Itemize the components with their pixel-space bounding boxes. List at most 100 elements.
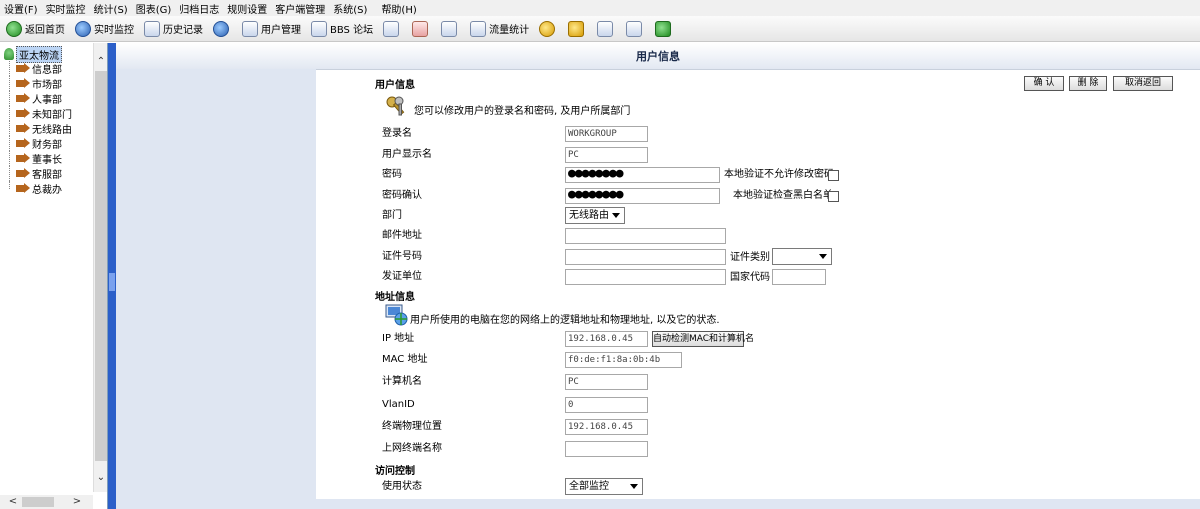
menu-system[interactable]: 系统(S) — [333, 1, 367, 16]
ip-field[interactable]: 192.168.0.45 — [565, 331, 648, 347]
department-tree: 亚太物流 信息部 市场部 人事部 未知部门 无线路由 财务部 董事长 客服部 总… — [0, 45, 93, 196]
address-section-title: 地址信息 — [375, 292, 415, 303]
clock-icon — [539, 20, 556, 37]
tree-item[interactable]: 财务部 — [0, 136, 93, 151]
menu-stats[interactable]: 统计(S) — [94, 1, 128, 16]
toolbar: 返回首页 实时监控 历史记录 用户管理 BBS 论坛 流量统计 — [0, 16, 1200, 42]
mac-label: MAC 地址 — [382, 354, 428, 365]
menu-settings[interactable]: 设置(F) — [4, 1, 38, 16]
confirm-button[interactable]: 确 认 — [1024, 76, 1064, 91]
ip-label: IP 地址 — [382, 333, 415, 344]
monitor-icon — [75, 20, 91, 37]
arrow-icon — [16, 78, 30, 88]
computer-icon — [597, 20, 614, 37]
tree-item[interactable]: 无线路由 — [0, 121, 93, 136]
terminal-name-label: 上网终端名称 — [382, 443, 442, 454]
splitter-grip-icon[interactable] — [109, 273, 115, 291]
country-field[interactable] — [772, 269, 826, 285]
department-select[interactable]: 无线路由 — [565, 207, 625, 224]
user-section-title: 用户信息 — [375, 80, 415, 91]
tree-root-label: 亚太物流 — [16, 45, 62, 63]
blacklist-note: 本地验证检查黑白名单 — [733, 190, 833, 201]
network-computer-icon — [385, 304, 408, 326]
content-area: 用户信息 确 认 删 除 取消返回 用户信息 您可以修改用户的登录名和密码, 及… — [116, 43, 1200, 509]
address-section-desc: 用户所使用的电脑在您的网络上的逻辑地址和物理地址, 以及它的状态. — [410, 315, 720, 326]
status-select[interactable]: 全部监控 — [565, 478, 643, 495]
tree-item[interactable]: 客服部 — [0, 166, 93, 181]
country-label: 国家代码 — [730, 272, 770, 283]
bbs-button[interactable]: BBS 论坛 — [311, 20, 373, 37]
refresh-icon — [655, 20, 672, 37]
panel-splitter[interactable] — [108, 43, 116, 509]
chevron-down-icon[interactable]: ⌄ — [94, 471, 108, 485]
blacklist-checkbox[interactable] — [828, 191, 839, 202]
tree-item[interactable]: 总裁办 — [0, 181, 93, 196]
monitor-button[interactable]: 实时监控 — [75, 20, 134, 37]
menu-realtime[interactable]: 实时监控 — [46, 1, 86, 16]
chevron-right-icon[interactable]: > — [70, 495, 84, 509]
traffic-button[interactable]: 流量统计 — [470, 20, 529, 37]
document-button[interactable] — [441, 20, 460, 37]
scroll-thumb[interactable] — [95, 71, 107, 461]
page-title: 用户信息 — [116, 43, 1200, 69]
password-field[interactable]: ●●●●●●●● — [565, 167, 720, 183]
computer-button[interactable] — [597, 20, 616, 37]
vlan-field[interactable]: 0 — [565, 397, 648, 413]
tree-item[interactable]: 信息部 — [0, 61, 93, 76]
users-button[interactable]: 用户管理 — [242, 20, 301, 37]
menu-help[interactable]: 帮助(H) — [381, 1, 416, 16]
cancel-button[interactable]: 取消返回 — [1113, 76, 1173, 91]
home-button[interactable]: 返回首页 — [6, 20, 65, 37]
terminal-name-field[interactable] — [565, 441, 648, 457]
cert-no-field[interactable] — [565, 249, 726, 265]
display-name-field[interactable]: PC — [565, 147, 648, 163]
arrow-icon — [16, 108, 30, 118]
clock-button[interactable] — [539, 20, 558, 37]
detect-mac-button[interactable]: 自动检测MAC和计算机名 — [652, 331, 754, 347]
vlan-label: VlanID — [382, 399, 415, 410]
refresh-button[interactable] — [655, 20, 674, 37]
tree-item[interactable]: 未知部门 — [0, 106, 93, 121]
arrow-icon — [16, 138, 30, 148]
location-field[interactable]: 192.168.0.45 — [565, 419, 648, 435]
screen-icon — [383, 20, 400, 37]
tree-root[interactable]: 亚太物流 — [0, 45, 93, 63]
mac-field[interactable]: f0:de:f1:8a:0b:4b — [565, 352, 682, 368]
chevron-up-icon[interactable]: ⌃ — [94, 55, 108, 69]
arrow-icon — [16, 153, 30, 163]
delete-button[interactable]: 删 除 — [1069, 76, 1107, 91]
pencil-icon — [568, 20, 585, 37]
password-confirm-field[interactable]: ●●●●●●●● — [565, 188, 720, 204]
users-icon — [242, 20, 258, 37]
edit-button[interactable] — [568, 20, 587, 37]
tree-item[interactable]: 市场部 — [0, 76, 93, 91]
bar-chart-icon — [470, 20, 487, 37]
display-name-label: 用户显示名 — [382, 149, 432, 160]
hscroll-thumb[interactable] — [22, 497, 54, 507]
tree-item[interactable]: 人事部 — [0, 91, 93, 106]
hostname-label: 计算机名 — [382, 376, 422, 387]
screen-button[interactable] — [383, 20, 402, 37]
globe-button[interactable] — [213, 20, 232, 37]
network-button[interactable] — [626, 20, 645, 37]
sidebar-vscroll[interactable]: ⌃ ⌄ — [93, 43, 107, 492]
report-button[interactable] — [412, 20, 431, 37]
login-field[interactable]: WORKGROUP — [565, 126, 648, 142]
password-lock-checkbox[interactable] — [828, 170, 839, 181]
tree-item[interactable]: 董事长 — [0, 151, 93, 166]
menu-archive[interactable]: 归档日志 — [179, 1, 219, 16]
chevron-left-icon[interactable]: < — [6, 495, 20, 509]
history-button[interactable]: 历史记录 — [144, 20, 203, 37]
menu-clients[interactable]: 客户端管理 — [275, 1, 325, 16]
status-label: 使用状态 — [382, 481, 422, 492]
email-field[interactable] — [565, 228, 726, 244]
hostname-field[interactable]: PC — [565, 374, 648, 390]
cert-type-select[interactable] — [772, 248, 832, 265]
sidebar-hscroll[interactable]: < > — [0, 495, 93, 509]
menu-charts[interactable]: 图表(G) — [136, 1, 172, 16]
report-icon — [412, 20, 429, 37]
menu-rules[interactable]: 规则设置 — [227, 1, 267, 16]
cert-type-label: 证件类别 — [730, 252, 770, 263]
issuer-field[interactable] — [565, 269, 726, 285]
password-confirm-label: 密码确认 — [382, 190, 422, 201]
